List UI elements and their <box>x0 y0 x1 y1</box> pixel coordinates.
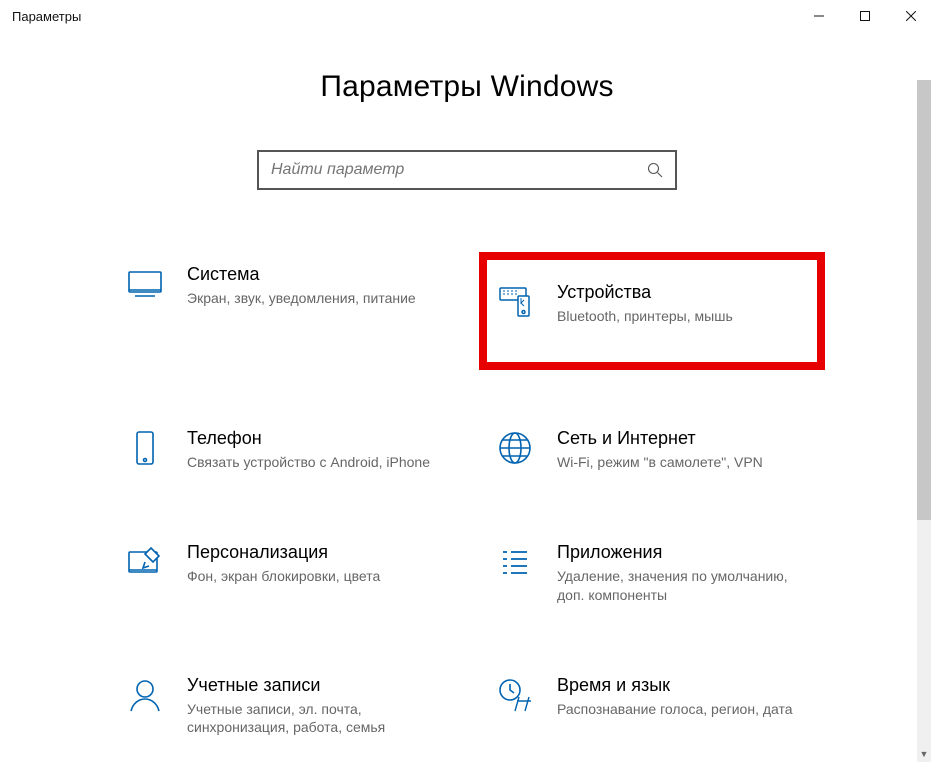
tile-desc: Экран, звук, уведомления, питание <box>187 289 439 308</box>
minimize-button[interactable] <box>796 0 842 32</box>
tile-desc: Bluetooth, принтеры, мышь <box>557 307 809 326</box>
devices-icon <box>495 282 535 322</box>
settings-grid: Система Экран, звук, уведомления, питани… <box>117 260 817 741</box>
system-icon <box>125 264 165 304</box>
tile-title: Учетные записи <box>187 675 439 696</box>
close-button[interactable] <box>888 0 934 32</box>
tile-desc: Учетные записи, эл. почта, синхронизация… <box>187 700 439 738</box>
tile-apps[interactable]: Приложения Удаление, значения по умолчан… <box>487 538 817 609</box>
tile-title: Устройства <box>557 282 809 303</box>
close-icon <box>906 11 916 21</box>
tile-title: Система <box>187 264 439 285</box>
vertical-scrollbar[interactable]: ▼ <box>917 80 931 762</box>
accounts-icon <box>125 675 165 715</box>
tile-time-language[interactable]: Время и язык Распознавание голоса, регио… <box>487 671 817 742</box>
tile-title: Телефон <box>187 428 439 449</box>
apps-icon <box>495 542 535 582</box>
window-controls <box>796 0 934 32</box>
time-language-icon <box>495 675 535 715</box>
tile-accounts[interactable]: Учетные записи Учетные записи, эл. почта… <box>117 671 447 742</box>
network-icon <box>495 428 535 468</box>
tile-system[interactable]: Система Экран, звук, уведомления, питани… <box>117 260 447 362</box>
tile-network[interactable]: Сеть и Интернет Wi-Fi, режим "в самолете… <box>487 424 817 476</box>
phone-icon <box>125 428 165 468</box>
tile-desc: Связать устройство с Android, iPhone <box>187 453 439 472</box>
tile-desc: Фон, экран блокировки, цвета <box>187 567 439 586</box>
search-icon <box>635 152 675 188</box>
personalization-icon <box>125 542 165 582</box>
tile-phone[interactable]: Телефон Связать устройство с Android, iP… <box>117 424 447 476</box>
tile-title: Время и язык <box>557 675 809 696</box>
page-title: Параметры Windows <box>320 70 613 104</box>
window-title: Параметры <box>12 9 81 24</box>
minimize-icon <box>814 11 824 21</box>
content-area: Параметры Windows Система Экран, звук, у… <box>0 32 934 741</box>
tile-desc: Удаление, значения по умолчанию, доп. ко… <box>557 567 809 605</box>
search-input[interactable] <box>259 161 635 179</box>
tile-title: Персонализация <box>187 542 439 563</box>
tile-personalization[interactable]: Персонализация Фон, экран блокировки, цв… <box>117 538 447 609</box>
tile-desc: Распознавание голоса, регион, дата <box>557 700 809 719</box>
scrollbar-down-arrow[interactable]: ▼ <box>917 746 931 762</box>
titlebar: Параметры <box>0 0 934 32</box>
maximize-button[interactable] <box>842 0 888 32</box>
tile-title: Приложения <box>557 542 809 563</box>
scrollbar-thumb[interactable] <box>917 80 931 520</box>
tile-devices[interactable]: Устройства Bluetooth, принтеры, мышь <box>487 260 817 362</box>
search-box[interactable] <box>257 150 677 190</box>
tile-title: Сеть и Интернет <box>557 428 809 449</box>
tile-desc: Wi-Fi, режим "в самолете", VPN <box>557 453 809 472</box>
maximize-icon <box>860 11 870 21</box>
